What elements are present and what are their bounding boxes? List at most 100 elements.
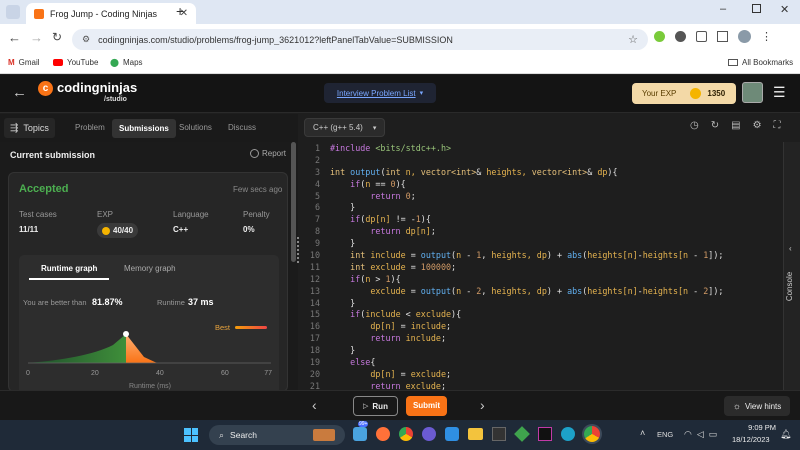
address-bar[interactable]: ⚙ codingninjas.com/studio/problems/frog-… — [72, 29, 648, 50]
code-line[interactable]: 19 else{ — [300, 357, 783, 369]
site-info-icon[interactable]: ⚙ — [82, 34, 90, 45]
line-number: 7 — [314, 214, 320, 225]
reset-code-icon[interactable]: ↻ — [711, 120, 719, 131]
bookmark-star-icon[interactable]: ☆ — [628, 33, 638, 46]
bookmark-maps[interactable]: ⬤ Maps — [110, 58, 143, 67]
code-line[interactable]: 14 } — [300, 298, 783, 310]
extension-green-icon[interactable] — [654, 31, 665, 42]
chat-app-icon[interactable]: 99+ — [353, 421, 369, 441]
fullscreen-icon[interactable]: ⛶ — [774, 120, 781, 131]
next-problem-chevron-icon[interactable]: › — [480, 397, 485, 413]
code-line[interactable]: 1 #include <bits/stdc++.h> — [300, 143, 783, 155]
taskbar-search[interactable]: ⌕ Search — [209, 425, 345, 445]
extension-bug-icon[interactable] — [675, 31, 686, 42]
window-minimize-icon[interactable]: – — [720, 3, 726, 15]
notes-icon[interactable]: ▤ — [731, 120, 740, 131]
language-select[interactable]: C++ (g++ 5.4) ▾ — [304, 118, 386, 137]
code-line[interactable]: 13 exclude = output(n - 2, heights, dp) … — [300, 286, 783, 298]
new-tab-icon[interactable]: + — [176, 3, 184, 19]
code-line[interactable]: 10 int include = output(n - 1, heights, … — [300, 250, 783, 262]
code-line[interactable]: 8 return dp[n]; — [300, 226, 783, 238]
browser-tab[interactable]: Frog Jump - Coding Ninjas ✕ — [26, 3, 196, 24]
code-line[interactable]: 11 int exclude = 100000; — [300, 262, 783, 274]
code-editor[interactable]: 1 #include <bits/stdc++.h> 2 3 int output(in… — [300, 142, 783, 390]
code-line[interactable]: 12 if(n > 1){ — [300, 274, 783, 286]
console-rail[interactable]: ‹ Console — [783, 142, 800, 390]
brand-name[interactable]: codingninjas — [57, 80, 137, 95]
timer-icon[interactable]: ◷ — [690, 120, 699, 131]
code-line[interactable]: 7 if(dp[n] != -1){ — [300, 214, 783, 226]
prev-problem-chevron-icon[interactable]: ‹ — [312, 397, 317, 413]
run-button[interactable]: ▷ Run — [353, 396, 398, 416]
edge-icon[interactable] — [561, 427, 575, 441]
editor-actions: ◷ ↻ ▤ ⚙ ⛶ — [690, 120, 781, 131]
code-line[interactable]: 21 return exclude; — [300, 381, 783, 390]
code-line[interactable]: 2 — [300, 155, 783, 167]
panel-scrollbar[interactable] — [291, 142, 296, 262]
code-line[interactable]: 20 dp[n] = exclude; — [300, 369, 783, 381]
tab-problem[interactable]: Problem — [75, 123, 105, 132]
stat-label-exp: EXP — [97, 210, 114, 219]
chrome-icon[interactable] — [399, 427, 413, 441]
sidepanel-icon[interactable] — [717, 31, 728, 42]
forward-arrow-icon[interactable]: → — [30, 30, 43, 45]
file-explorer-icon[interactable] — [468, 428, 483, 440]
tab-runtime-graph[interactable]: Runtime graph — [41, 264, 97, 273]
exp-badge[interactable]: Your EXP 1350 — [632, 83, 736, 104]
clock-time[interactable]: 9:09 PM — [744, 423, 776, 432]
tab-memory-graph[interactable]: Memory graph — [124, 264, 176, 273]
view-hints-button[interactable]: ☼ View hints — [724, 396, 790, 416]
code-line[interactable]: 16 dp[n] = include; — [300, 321, 783, 333]
code-token: - — [466, 250, 477, 261]
windows-start-icon[interactable] — [184, 428, 198, 442]
tab-discuss[interactable]: Discuss — [228, 123, 256, 132]
chrome-active-icon[interactable] — [584, 426, 600, 442]
window-close-icon[interactable]: ✕ — [780, 3, 789, 16]
code-line[interactable]: 9 } — [300, 238, 783, 250]
code-token: } — [330, 202, 356, 213]
browser-menu-icon[interactable]: ⋮ — [761, 30, 772, 43]
settings-gear-icon[interactable]: ⚙ — [753, 120, 762, 131]
intellij-icon[interactable] — [538, 427, 552, 441]
bookmark-youtube[interactable]: YouTube — [53, 58, 98, 67]
submit-button[interactable]: Submit — [406, 396, 447, 416]
language-indicator[interactable]: ENG — [657, 430, 673, 439]
window-restore-icon[interactable] — [752, 4, 761, 13]
site-favicon-icon — [34, 8, 44, 19]
clock-date[interactable]: 18/12/2023 — [732, 435, 770, 444]
code-line[interactable]: 6 } — [300, 202, 783, 214]
report-button[interactable]: Report — [250, 149, 286, 158]
all-bookmarks[interactable]: All Bookmarks — [728, 58, 793, 67]
reload-icon[interactable]: ↻ — [52, 30, 62, 44]
back-arrow-icon[interactable]: ← — [8, 30, 21, 45]
profile-avatar[interactable] — [738, 30, 751, 43]
firefox-icon[interactable] — [376, 427, 390, 441]
brand-logo-icon[interactable]: c — [38, 81, 53, 96]
extensions-puzzle-icon[interactable] — [696, 31, 707, 42]
code-line[interactable]: 5 return 0; — [300, 191, 783, 203]
tab-submissions[interactable]: Submissions — [112, 119, 176, 138]
code-line[interactable]: 15 if(include < exclude){ — [300, 309, 783, 321]
media-app-icon[interactable] — [422, 427, 436, 441]
notification-bell-icon[interactable]: 🔔︎ — [780, 429, 791, 440]
tab-solutions[interactable]: Solutions — [179, 123, 212, 132]
vscode-icon[interactable] — [445, 427, 459, 441]
tray-icons[interactable]: ◠ ◁ ▭ — [684, 429, 717, 440]
code-line[interactable]: 4 if(n == 0){ — [300, 179, 783, 191]
tray-chevron-icon[interactable]: ˄ — [640, 428, 645, 438]
back-arrow-icon[interactable]: ← — [12, 84, 27, 101]
chevron-left-icon[interactable]: ‹ — [789, 244, 792, 253]
cube-app-icon[interactable] — [514, 426, 530, 442]
topics-toggle[interactable]: ⇶ Topics — [4, 118, 55, 138]
bookmark-gmail[interactable]: M Gmail — [8, 58, 40, 67]
user-avatar[interactable] — [742, 82, 763, 103]
code-line[interactable]: 3 int output(int n, vector<int>& heights,… — [300, 167, 783, 179]
hamburger-menu-icon[interactable]: ☰ — [773, 84, 786, 101]
coin-icon — [102, 226, 110, 235]
code-line[interactable]: 17 return include; — [300, 333, 783, 345]
terminal-icon[interactable] — [492, 427, 506, 441]
interview-problem-list-link[interactable]: Interview Problem List ▾ — [324, 83, 436, 103]
stat-label-test-cases: Test cases — [19, 210, 57, 219]
tab-search-icon[interactable] — [6, 5, 20, 19]
code-line[interactable]: 18 } — [300, 345, 783, 357]
